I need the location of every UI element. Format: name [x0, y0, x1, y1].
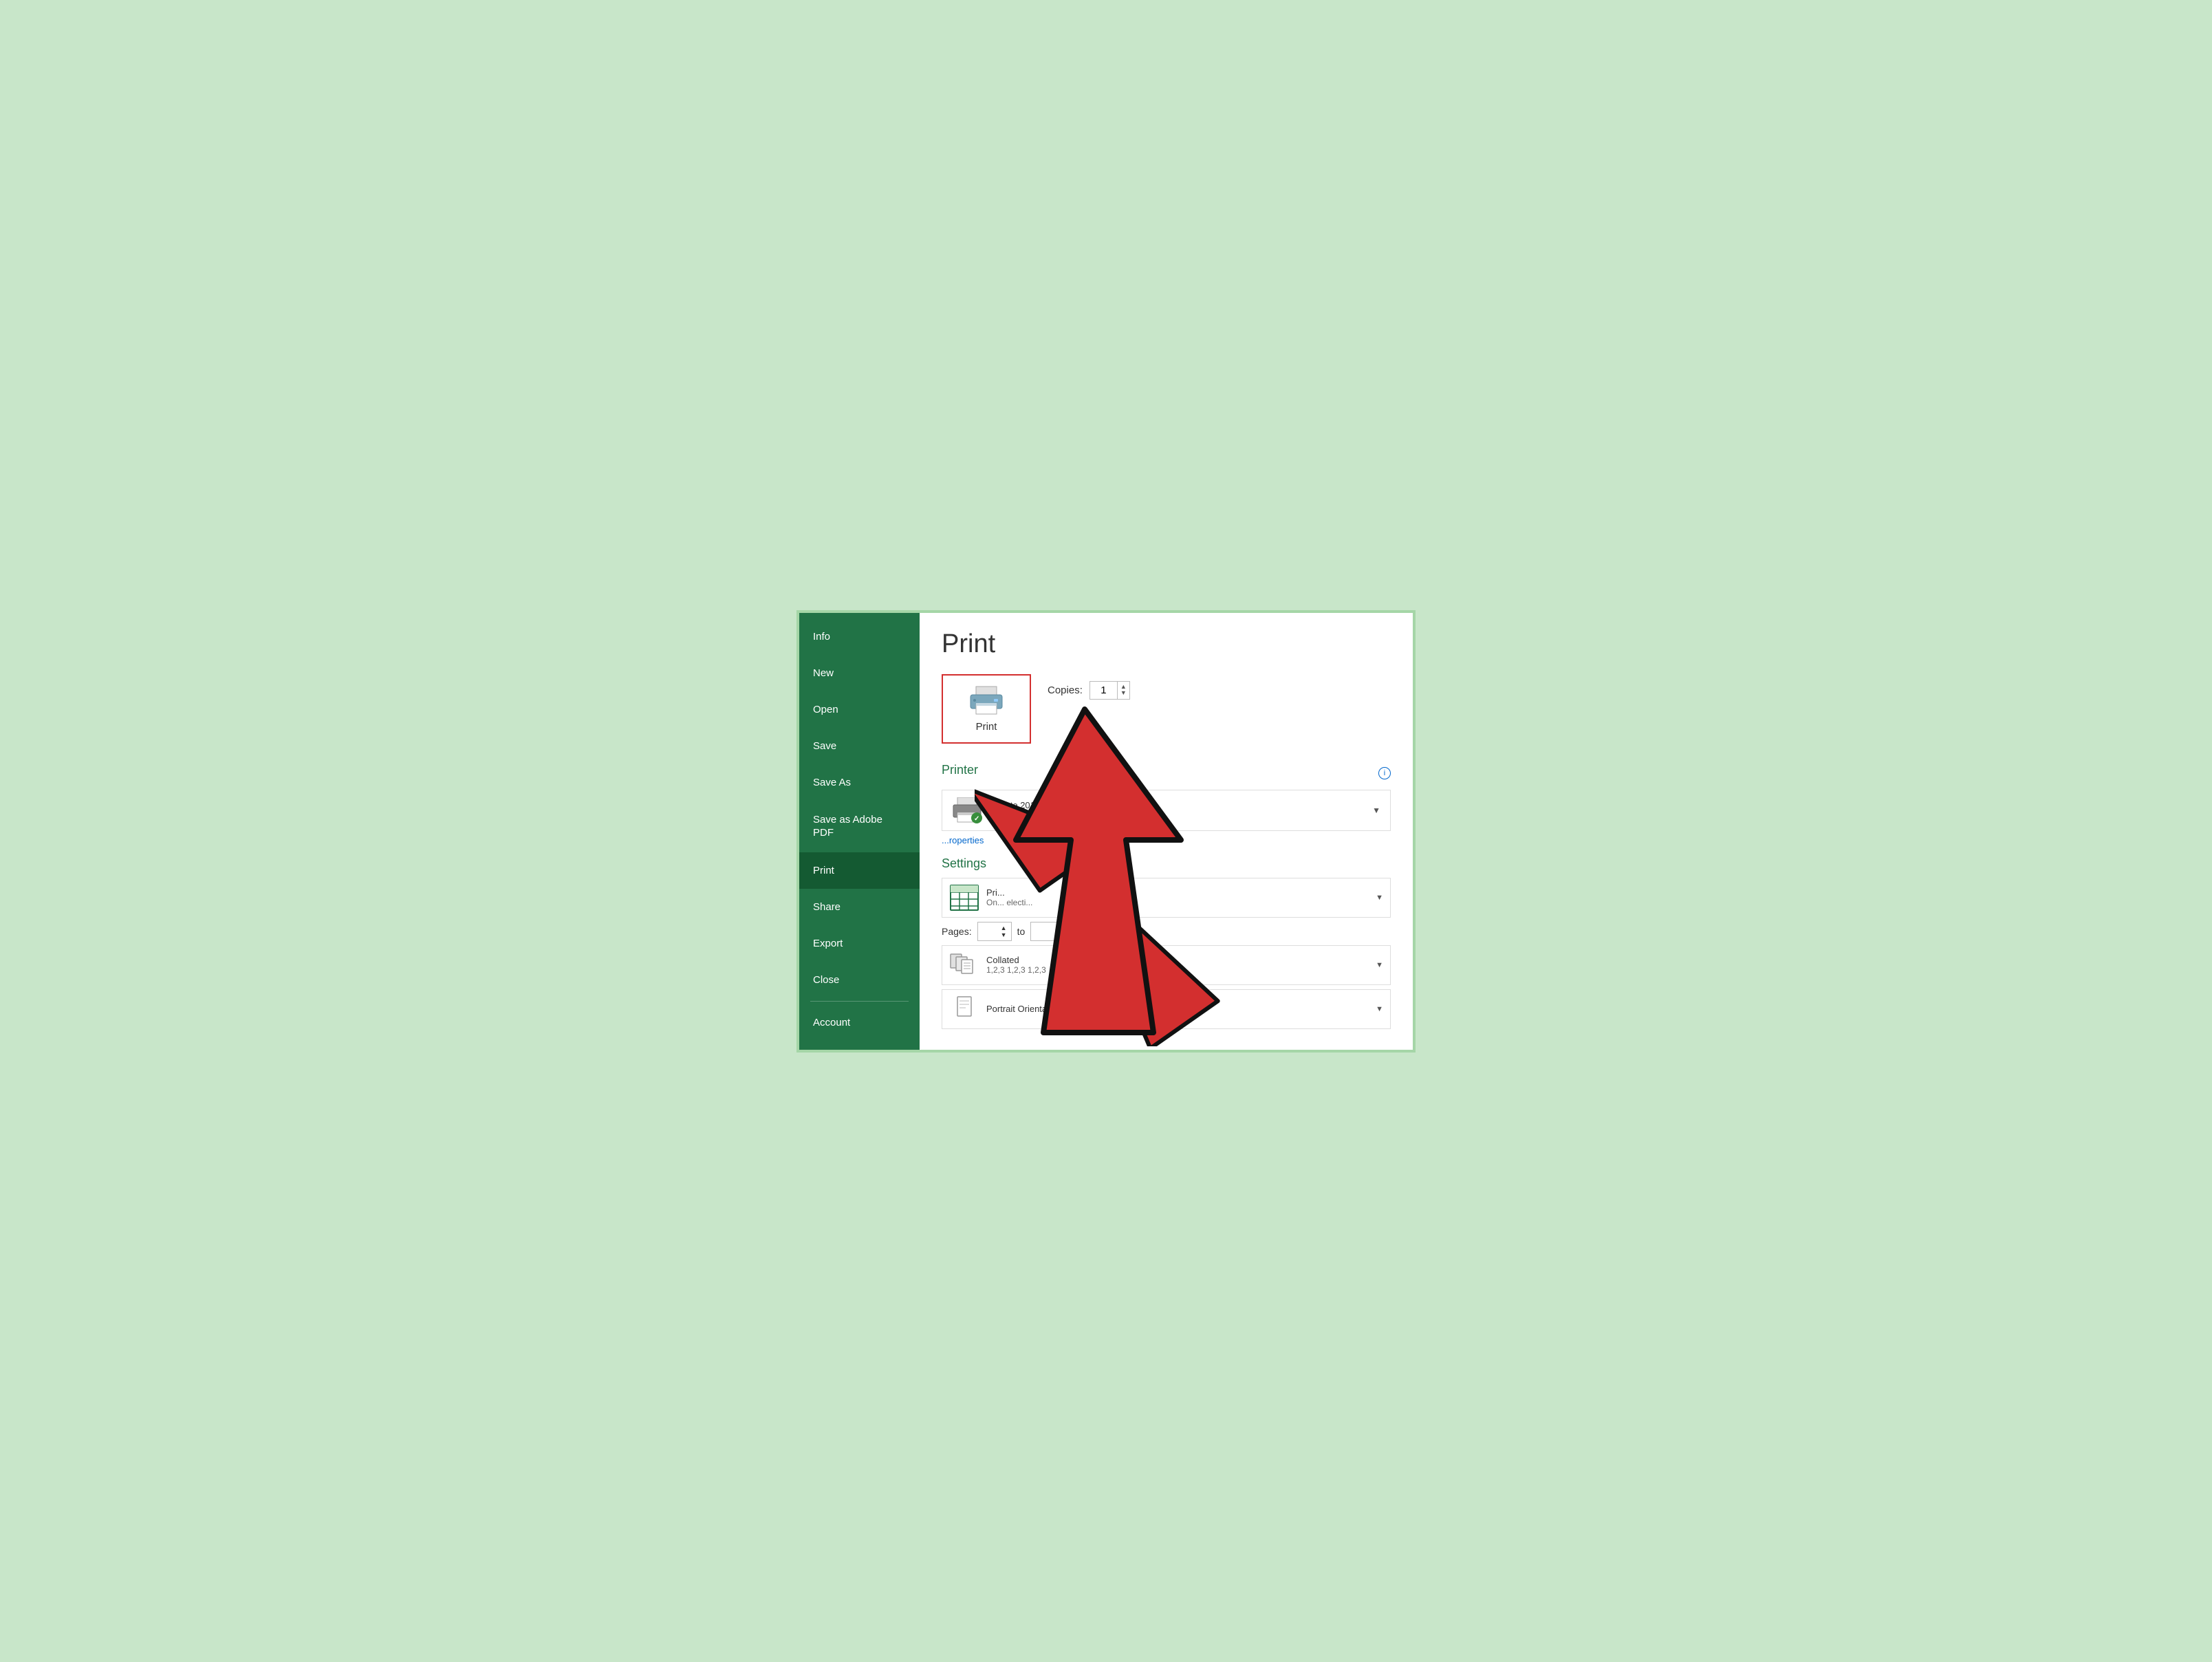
print-btn-label: Print — [976, 721, 997, 733]
pages-to-down[interactable]: ▼ — [1054, 931, 1060, 938]
sidebar-item-save-as-pdf[interactable]: Save as Adobe PDF — [799, 801, 920, 852]
copies-label: Copies: — [1048, 684, 1083, 696]
orientation-arrow: ▼ — [1376, 1005, 1383, 1013]
print-what-sub: On... electi... — [986, 898, 1369, 907]
page-title: Print — [942, 629, 1391, 659]
print-controls: Print Copies: 1 ▲ ▼ — [942, 674, 1391, 744]
printer-properties-link[interactable]: ...roperties — [942, 835, 1391, 845]
pages-from-input[interactable]: ▲ ▼ — [977, 922, 1012, 941]
collated-sub: 1,2,3 1,2,3 1,2,3 — [986, 965, 1369, 975]
collated-arrow: ▼ — [1376, 961, 1383, 969]
printer-info: Se...te 2013 Re... — [992, 800, 1363, 820]
sidebar-item-info[interactable]: Info — [799, 618, 920, 655]
sidebar-item-close[interactable]: Close — [799, 962, 920, 998]
print-what-text: Pri... On... electi... — [986, 887, 1369, 907]
printer-name: Se...te 2013 — [992, 800, 1363, 810]
sidebar-item-save[interactable]: Save — [799, 728, 920, 764]
orientation-dropdown[interactable]: Portrait Orientation ▼ — [942, 989, 1391, 1029]
sidebar: Info New Open Save Save As Save as Adobe… — [799, 613, 920, 1050]
printer-dropdown-arrow[interactable]: ▼ — [1372, 806, 1380, 815]
copies-value: 1 — [1090, 682, 1118, 699]
copies-input[interactable]: 1 ▲ ▼ — [1089, 681, 1130, 700]
orientation-main: Portrait Orientation — [986, 1004, 1369, 1014]
svg-text:✓: ✓ — [974, 815, 979, 823]
printer-section-title: Printer — [942, 763, 978, 777]
pages-label: Pages: — [942, 926, 972, 937]
collated-icon — [949, 951, 979, 979]
sidebar-item-share[interactable]: Share — [799, 889, 920, 925]
printer-device-icon: ✓ — [952, 797, 982, 823]
print-what-arrow: ▼ — [1376, 894, 1383, 902]
collated-dropdown[interactable]: Collated 1,2,3 1,2,3 1,2,3 ▼ — [942, 945, 1391, 985]
copies-row: Copies: 1 ▲ ▼ — [1048, 681, 1130, 700]
printer-section: Printer i ✓ Se...te 2013 R — [942, 763, 1391, 845]
printer-icon — [968, 685, 1005, 715]
settings-section-title: Settings — [942, 856, 1391, 871]
sidebar-item-export[interactable]: Export — [799, 925, 920, 962]
app-window: Info New Open Save Save As Save as Adobe… — [796, 610, 1416, 1053]
print-what-main: Pri... — [986, 887, 1369, 898]
print-table-icon — [949, 884, 979, 911]
collated-text: Collated 1,2,3 1,2,3 1,2,3 — [986, 955, 1369, 975]
printer-status: Re... — [992, 810, 1363, 820]
orientation-icon — [949, 995, 979, 1023]
pages-row: Pages: ▲ ▼ to ▲ ▼ — [942, 922, 1391, 941]
pages-to-spinners: ▲ ▼ — [1054, 925, 1060, 938]
main-content: Print Print — [920, 613, 1413, 1050]
pages-from-down[interactable]: ▼ — [1001, 931, 1007, 938]
sidebar-item-new[interactable]: New — [799, 655, 920, 691]
orientation-text: Portrait Orientation — [986, 1004, 1369, 1014]
pages-to-up[interactable]: ▲ — [1054, 925, 1060, 931]
pages-from-spinners: ▲ ▼ — [1001, 925, 1007, 938]
sidebar-item-print[interactable]: Print — [799, 852, 920, 889]
printer-row: ✓ Se...te 2013 Re... ▼ — [942, 790, 1391, 831]
pages-from-up[interactable]: ▲ — [1001, 925, 1007, 931]
collated-main: Collated — [986, 955, 1369, 965]
sidebar-item-save-as[interactable]: Save As — [799, 764, 920, 801]
pages-to-input[interactable]: ▲ ▼ — [1030, 922, 1065, 941]
info-icon[interactable]: i — [1378, 767, 1391, 779]
settings-section: Settings Pri... On... electi — [942, 856, 1391, 1029]
copies-spinners: ▲ ▼ — [1118, 682, 1129, 698]
sidebar-item-open[interactable]: Open — [799, 691, 920, 728]
pages-to-label: to — [1017, 926, 1026, 937]
print-button[interactable]: Print — [942, 674, 1031, 744]
print-what-dropdown[interactable]: Pri... On... electi... ▼ — [942, 878, 1391, 918]
copies-down[interactable]: ▼ — [1120, 690, 1127, 696]
sidebar-divider — [810, 1001, 909, 1002]
sidebar-item-account[interactable]: Account — [799, 1004, 920, 1041]
